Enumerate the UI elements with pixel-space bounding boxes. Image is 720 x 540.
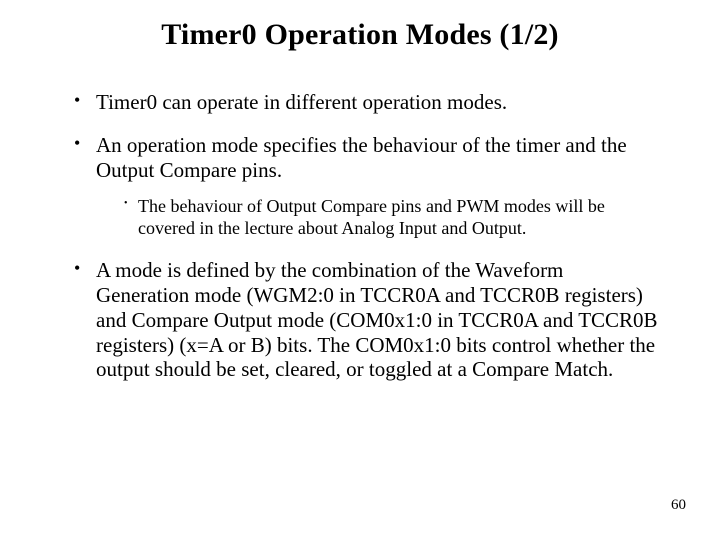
bullet-item: Timer0 can operate in different operatio…	[74, 90, 660, 115]
bullet-item: An operation mode specifies the behaviou…	[74, 133, 660, 240]
slide-title: Timer0 Operation Modes (1/2)	[60, 18, 660, 52]
bullet-text: An operation mode specifies the behaviou…	[96, 133, 627, 182]
sub-bullet-text: The behaviour of Output Compare pins and…	[138, 196, 605, 238]
bullet-text: A mode is defined by the combination of …	[96, 258, 658, 381]
sub-bullet-item: The behaviour of Output Compare pins and…	[124, 196, 660, 240]
sub-bullet-list: The behaviour of Output Compare pins and…	[96, 196, 660, 240]
page-number: 60	[671, 497, 686, 514]
bullet-list: Timer0 can operate in different operatio…	[60, 90, 660, 382]
bullet-text: Timer0 can operate in different operatio…	[96, 90, 507, 114]
slide: Timer0 Operation Modes (1/2) Timer0 can …	[0, 0, 720, 540]
bullet-item: A mode is defined by the combination of …	[74, 258, 660, 382]
